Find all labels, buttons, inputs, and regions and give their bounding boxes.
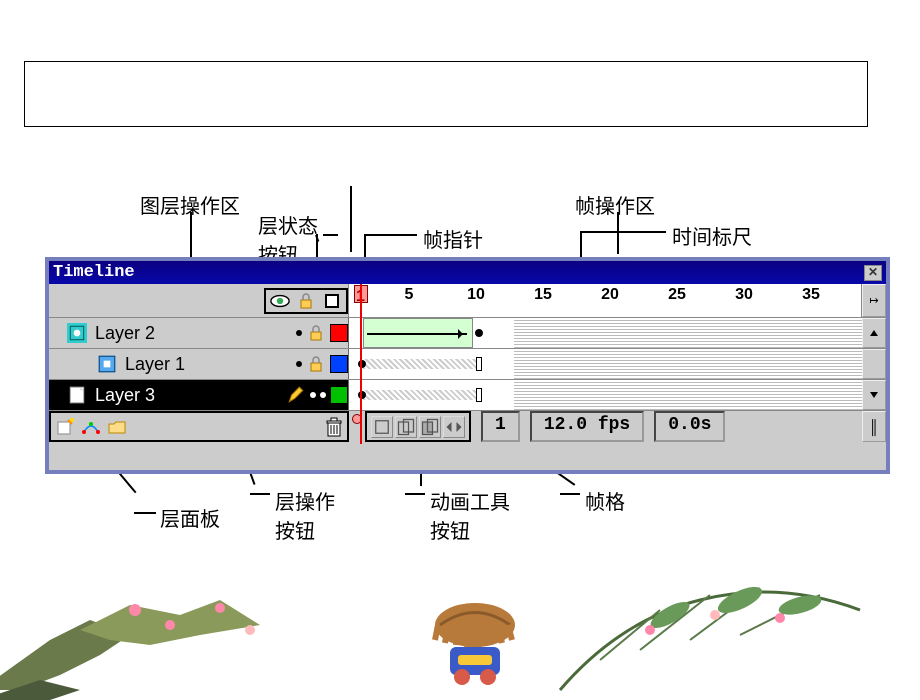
header-row: 1 5 10 15 20 25 30 35 ↦ (49, 284, 886, 318)
edit-frames-button[interactable] (443, 416, 465, 438)
label-anim-tool-btn: 动画工具 按钮 (430, 486, 510, 544)
pencil-icon (286, 386, 306, 404)
current-frame-field: 1 (481, 411, 520, 442)
timeline-window: Timeline ✕ 1 5 10 15 20 25 30 (45, 257, 890, 474)
line (617, 212, 619, 254)
color-swatch[interactable] (330, 324, 348, 342)
time-ruler[interactable]: 1 5 10 15 20 25 30 35 (349, 284, 862, 317)
outline-toggle[interactable] (322, 291, 342, 311)
label-layer-op-btn: 层操作 按钮 (275, 486, 335, 544)
title-bar[interactable]: Timeline ✕ (49, 261, 886, 284)
label-frame-cell: 帧格 (585, 486, 625, 515)
tick-25: 25 (668, 286, 686, 304)
page-layer-icon (67, 386, 87, 404)
frame-track-1[interactable] (349, 349, 862, 379)
line (323, 234, 338, 236)
window-title: Timeline (53, 263, 135, 282)
line (250, 493, 270, 495)
frame-track-3[interactable] (349, 380, 862, 410)
line (580, 231, 666, 233)
lock-icon[interactable] (306, 323, 326, 343)
layer-operations (49, 411, 349, 442)
masked-layer-icon (97, 355, 117, 373)
label-layer-panel: 层面板 (160, 503, 220, 532)
status-buttons (264, 288, 348, 314)
line (350, 186, 352, 252)
onion-outline-button[interactable] (419, 416, 441, 438)
layer-row-1[interactable]: Layer 1 (49, 349, 886, 380)
color-swatch[interactable] (330, 355, 348, 373)
keyframe-rect[interactable] (476, 388, 482, 402)
frame-track-2[interactable] (349, 318, 862, 348)
tick-15: 15 (534, 286, 552, 304)
layer-name: Layer 1 (125, 354, 185, 375)
lock-icon[interactable] (306, 354, 326, 374)
add-folder-icon[interactable] (107, 418, 127, 436)
layer-info-1[interactable]: Layer 1 (49, 349, 349, 379)
footer-decoration (0, 580, 920, 690)
scroll-spacer (862, 349, 886, 379)
eye-icon[interactable] (270, 291, 290, 311)
visible-dot[interactable] (310, 392, 316, 398)
layer-row-3[interactable]: Layer 3 (49, 380, 886, 411)
visible-dot[interactable] (296, 330, 302, 336)
visible-dot[interactable] (296, 361, 302, 367)
close-button[interactable]: ✕ (864, 265, 882, 281)
line (190, 212, 192, 257)
keyframe-dot[interactable] (475, 329, 483, 337)
bottom-bar: 1 12.0 fps 0.0s ║ (49, 411, 886, 442)
layer-status-header (49, 284, 349, 317)
animation-tools (365, 411, 471, 442)
lock-icon[interactable] (296, 291, 316, 311)
fps-field: 12.0 fps (530, 411, 644, 442)
layer-name: Layer 3 (95, 385, 155, 406)
layer-name: Layer 2 (95, 323, 155, 344)
color-swatch[interactable] (330, 386, 348, 404)
line (405, 493, 425, 495)
label-frame-op-area: 帧操作区 (575, 190, 655, 219)
tick-10: 10 (467, 286, 485, 304)
resize-handle[interactable]: ║ (862, 411, 886, 442)
scroll-up-button[interactable] (862, 318, 886, 348)
playhead-line (360, 284, 362, 444)
tick-5: 5 (405, 286, 414, 304)
add-layer-icon[interactable] (55, 418, 75, 436)
lock-dot[interactable] (320, 392, 326, 398)
description-box (24, 61, 868, 127)
ruler-options-button[interactable]: ↦ (862, 284, 886, 317)
line (134, 512, 156, 514)
keyframe-rect[interactable] (476, 357, 482, 371)
label-frame-pointer: 帧指针 (423, 224, 483, 253)
line (560, 493, 580, 495)
mask-layer-icon (67, 324, 87, 342)
onion-skin-button[interactable] (395, 416, 417, 438)
tick-35: 35 (802, 286, 820, 304)
layer-info-2[interactable]: Layer 2 (49, 318, 349, 348)
label-time-ruler: 时间标尺 (672, 221, 752, 250)
center-frame-button[interactable] (371, 416, 393, 438)
add-guide-icon[interactable] (81, 418, 101, 436)
trash-icon[interactable] (325, 417, 343, 437)
line (364, 234, 417, 236)
scroll-down-button[interactable] (862, 380, 886, 410)
layer-info-3[interactable]: Layer 3 (49, 380, 349, 410)
tick-30: 30 (735, 286, 753, 304)
tick-20: 20 (601, 286, 619, 304)
layer-row-2[interactable]: Layer 2 (49, 318, 886, 349)
elapsed-time-field: 0.0s (654, 411, 725, 442)
